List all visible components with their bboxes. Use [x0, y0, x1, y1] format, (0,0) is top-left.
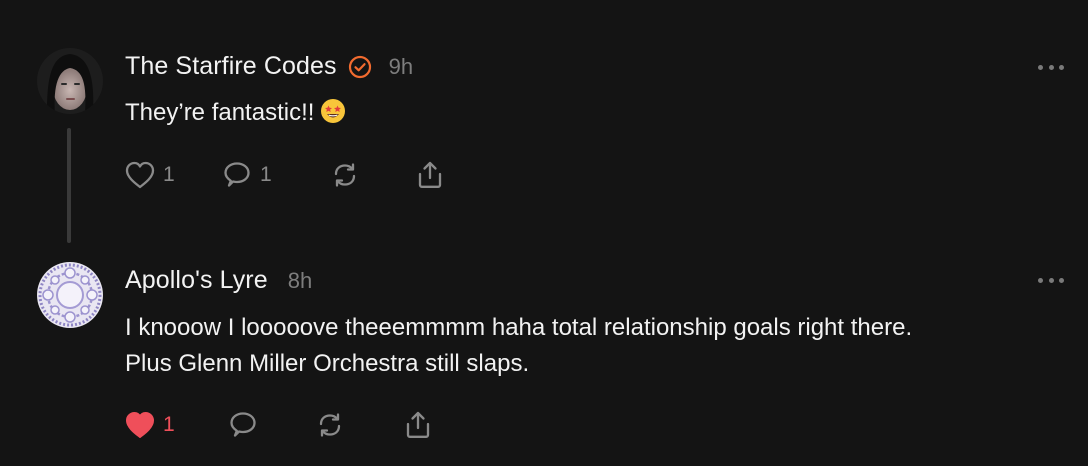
author-name[interactable]: Apollo's Lyre — [125, 266, 268, 295]
repost-button[interactable] — [328, 159, 362, 191]
thread-connector-line — [67, 128, 71, 243]
share-button[interactable] — [413, 159, 447, 191]
post-text-line: I knooow I looooove theeemmmm haha total… — [125, 314, 913, 341]
post-header: Apollo's Lyre 8h — [125, 266, 312, 295]
heart-filled-icon — [123, 409, 157, 441]
like-count: 1 — [163, 413, 175, 436]
reply-count: 1 — [260, 163, 272, 186]
reply-button[interactable] — [226, 409, 260, 441]
post-text-line: Plus Glenn Miller Orchestra still slaps. — [125, 350, 530, 377]
repost-arrows-icon — [313, 409, 347, 441]
comment-thread: The Starfire Codes 9h They’re fantastic!… — [0, 0, 1088, 466]
like-button[interactable]: 1 — [123, 409, 175, 441]
post-timestamp[interactable]: 8h — [288, 268, 312, 294]
more-ellipsis-icon[interactable] — [1038, 275, 1064, 285]
repost-arrows-icon — [328, 159, 362, 191]
post-header: The Starfire Codes 9h — [125, 52, 413, 81]
post-timestamp[interactable]: 9h — [389, 54, 413, 80]
share-upload-icon — [413, 159, 447, 191]
more-ellipsis-icon[interactable] — [1038, 62, 1064, 72]
heart-icon — [123, 159, 157, 191]
share-button[interactable] — [401, 409, 435, 441]
speech-bubble-icon — [220, 159, 254, 191]
post-starfire-codes: The Starfire Codes 9h They’re fantastic!… — [0, 0, 1088, 243]
repost-button[interactable] — [313, 409, 347, 441]
avatar-apollos-lyre[interactable] — [37, 262, 103, 328]
post-apollos-lyre: Apollo's Lyre 8h I knooow I looooove the… — [0, 240, 1088, 466]
author-name[interactable]: The Starfire Codes — [125, 52, 337, 81]
like-count: 1 — [163, 163, 175, 186]
like-button[interactable]: 1 — [123, 159, 175, 191]
post-text: They’re fantastic!! — [125, 99, 315, 126]
post-body: I knooow I looooove theeemmmm haha total… — [125, 310, 1070, 382]
avatar-starfire-codes[interactable] — [37, 48, 103, 114]
speech-bubble-icon — [226, 409, 260, 441]
share-upload-icon — [401, 409, 435, 441]
verified-badge-icon — [348, 55, 372, 79]
star-struck-emoji-icon — [320, 98, 346, 124]
post-body: They’re fantastic!! — [125, 95, 1070, 131]
reply-button[interactable]: 1 — [220, 159, 272, 191]
